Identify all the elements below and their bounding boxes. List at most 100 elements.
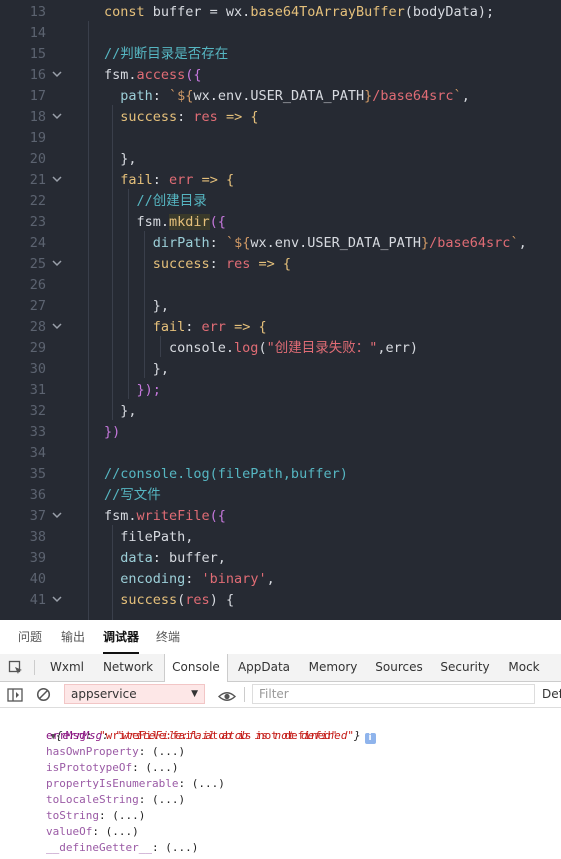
property-value[interactable]: (...) xyxy=(192,777,225,790)
property-value[interactable]: (...) xyxy=(106,825,139,838)
code-token: : xyxy=(152,88,170,104)
code-line[interactable]: fail: err => { xyxy=(104,170,234,191)
code-token: //写文件 xyxy=(104,487,161,503)
tab-output[interactable]: 输出 xyxy=(61,620,85,654)
code-token: fsm. xyxy=(104,214,170,230)
code-token: ({ xyxy=(209,508,226,524)
code-line[interactable]: const buffer = wx.base64ToArrayBuffer(bo… xyxy=(104,2,494,23)
property-value[interactable]: (...) xyxy=(152,745,185,758)
console-property-row[interactable]: hasOwnProperty: (...) xyxy=(46,744,185,760)
info-icon[interactable]: i xyxy=(364,733,376,744)
console-property-row[interactable]: toString: (...) xyxy=(46,808,145,824)
code-line[interactable]: path: `${wx.env.USER_DATA_PATH}/base64sr… xyxy=(104,86,470,107)
property-key: errMsg xyxy=(46,729,86,742)
console-output: ▼{errMsg: "writeFile:fail atob is not de… xyxy=(0,708,561,859)
fold-chevron-icon[interactable] xyxy=(50,254,64,275)
line-number: 21 xyxy=(29,172,46,188)
line-number: 17 xyxy=(29,88,46,104)
tab-appdata[interactable]: AppData xyxy=(234,654,294,681)
code-line[interactable]: fsm.access({ xyxy=(104,65,202,86)
code-line[interactable]: success: res => { xyxy=(104,107,258,128)
console-property-row[interactable]: __defineGetter__: (...) xyxy=(46,840,198,856)
property-value[interactable]: (...) xyxy=(145,761,178,774)
code-token: => { xyxy=(217,109,259,125)
code-line[interactable]: //写文件 xyxy=(104,485,161,506)
property-colon: : xyxy=(98,809,113,822)
fold-chevron-icon[interactable] xyxy=(50,170,64,191)
console-property-row[interactable]: valueOf: (...) xyxy=(46,824,139,840)
line-number: 33 xyxy=(29,424,46,440)
code-line[interactable]: }, xyxy=(104,149,137,170)
property-value[interactable]: (...) xyxy=(112,809,145,822)
fold-chevron-icon[interactable] xyxy=(50,107,64,128)
inspect-element-icon[interactable] xyxy=(8,660,24,676)
line-number: 36 xyxy=(29,487,46,503)
property-value[interactable]: (...) xyxy=(152,793,185,806)
code-line[interactable]: success: res => { xyxy=(104,254,291,275)
devtools-tab-bar: Wxml Network Console AppData Memory Sour… xyxy=(0,654,561,682)
code-line[interactable]: dirPath: `${wx.env.USER_DATA_PATH}/base6… xyxy=(104,233,527,254)
tab-console[interactable]: Console xyxy=(164,654,228,682)
code-token: /base64src xyxy=(429,235,511,251)
context-select[interactable]: appservice ▼ xyxy=(64,684,205,704)
code-editor[interactable]: 13 const buffer = wx.base64ToArrayBuffer(… xyxy=(0,0,561,620)
code-token: ({ xyxy=(209,214,226,230)
dropdown-caret-icon: ▼ xyxy=(191,689,198,699)
code-line[interactable]: }, xyxy=(104,296,169,317)
tab-memory[interactable]: Memory xyxy=(303,654,363,681)
tab-problems[interactable]: 问题 xyxy=(18,620,42,654)
code-line[interactable]: }); xyxy=(104,380,161,401)
code-line[interactable]: //创建目录 xyxy=(104,191,207,212)
line-number: 40 xyxy=(29,571,46,587)
code-line[interactable]: //console.log(filePath,buffer) xyxy=(104,464,348,485)
eye-icon[interactable] xyxy=(217,688,237,701)
console-object-summary[interactable]: ▼{errMsg: "writeFile:fail atob is not de… xyxy=(24,712,376,744)
code-token: }, xyxy=(104,151,137,167)
code-line[interactable]: console.log("创建目录失败：",err) xyxy=(104,338,418,359)
tab-terminal[interactable]: 终端 xyxy=(156,620,180,654)
code-token: 'binary' xyxy=(201,571,267,587)
filter-input[interactable] xyxy=(252,684,535,704)
code-line[interactable]: encoding: 'binary', xyxy=(104,569,274,590)
line-number: 20 xyxy=(29,151,46,167)
code-token: log xyxy=(234,340,259,356)
fold-chevron-icon[interactable] xyxy=(50,317,64,338)
clear-console-icon[interactable] xyxy=(36,687,51,702)
code-token: err xyxy=(201,319,226,335)
tab-wxml[interactable]: Wxml xyxy=(44,654,90,681)
console-property-row[interactable]: isPrototypeOf: (...) xyxy=(46,760,178,776)
code-token: : xyxy=(185,571,202,587)
code-line[interactable]: filePath, xyxy=(104,527,193,548)
code-token: => { xyxy=(193,172,235,188)
code-line[interactable]: fsm.mkdir({ xyxy=(104,212,226,233)
console-property-row[interactable]: toLocaleString: (...) xyxy=(46,792,185,808)
property-value[interactable]: (...) xyxy=(165,841,198,854)
fold-chevron-icon[interactable] xyxy=(50,590,64,611)
console-property-row[interactable]: propertyIsEnumerable: (...) xyxy=(46,776,225,792)
code-line[interactable]: fsm.writeFile({ xyxy=(104,506,226,527)
toolbar-divider xyxy=(244,687,245,702)
tab-security[interactable]: Security xyxy=(436,654,494,681)
code-token: (bodyData); xyxy=(404,4,495,20)
code-token: }, xyxy=(104,403,137,419)
code-line[interactable]: }, xyxy=(104,401,137,422)
code-line[interactable]: fail: err => { xyxy=(104,317,267,338)
tab-network[interactable]: Network xyxy=(99,654,157,681)
code-line[interactable]: success(res) { xyxy=(104,590,234,611)
sidebar-toggle-icon[interactable] xyxy=(7,687,23,702)
code-line[interactable]: //判断目录是否存在 xyxy=(104,44,228,65)
code-token: dirPath xyxy=(104,235,210,251)
console-property-row[interactable]: errMsg: "writeFile:fail atob is not defi… xyxy=(46,728,337,744)
code-token: , xyxy=(461,88,470,104)
fold-chevron-icon[interactable] xyxy=(50,65,64,86)
code-line[interactable]: }, xyxy=(104,359,169,380)
property-key: hasOwnProperty xyxy=(46,745,139,758)
tab-mock[interactable]: Mock xyxy=(503,654,545,681)
log-levels-dropdown[interactable]: Def xyxy=(542,682,561,707)
tab-sources[interactable]: Sources xyxy=(371,654,427,681)
fold-chevron-icon[interactable] xyxy=(50,506,64,527)
code-token: err xyxy=(169,172,194,188)
code-line[interactable]: }) xyxy=(104,422,120,443)
tab-debugger[interactable]: 调试器 xyxy=(103,620,140,654)
code-line[interactable]: data: buffer, xyxy=(104,548,226,569)
